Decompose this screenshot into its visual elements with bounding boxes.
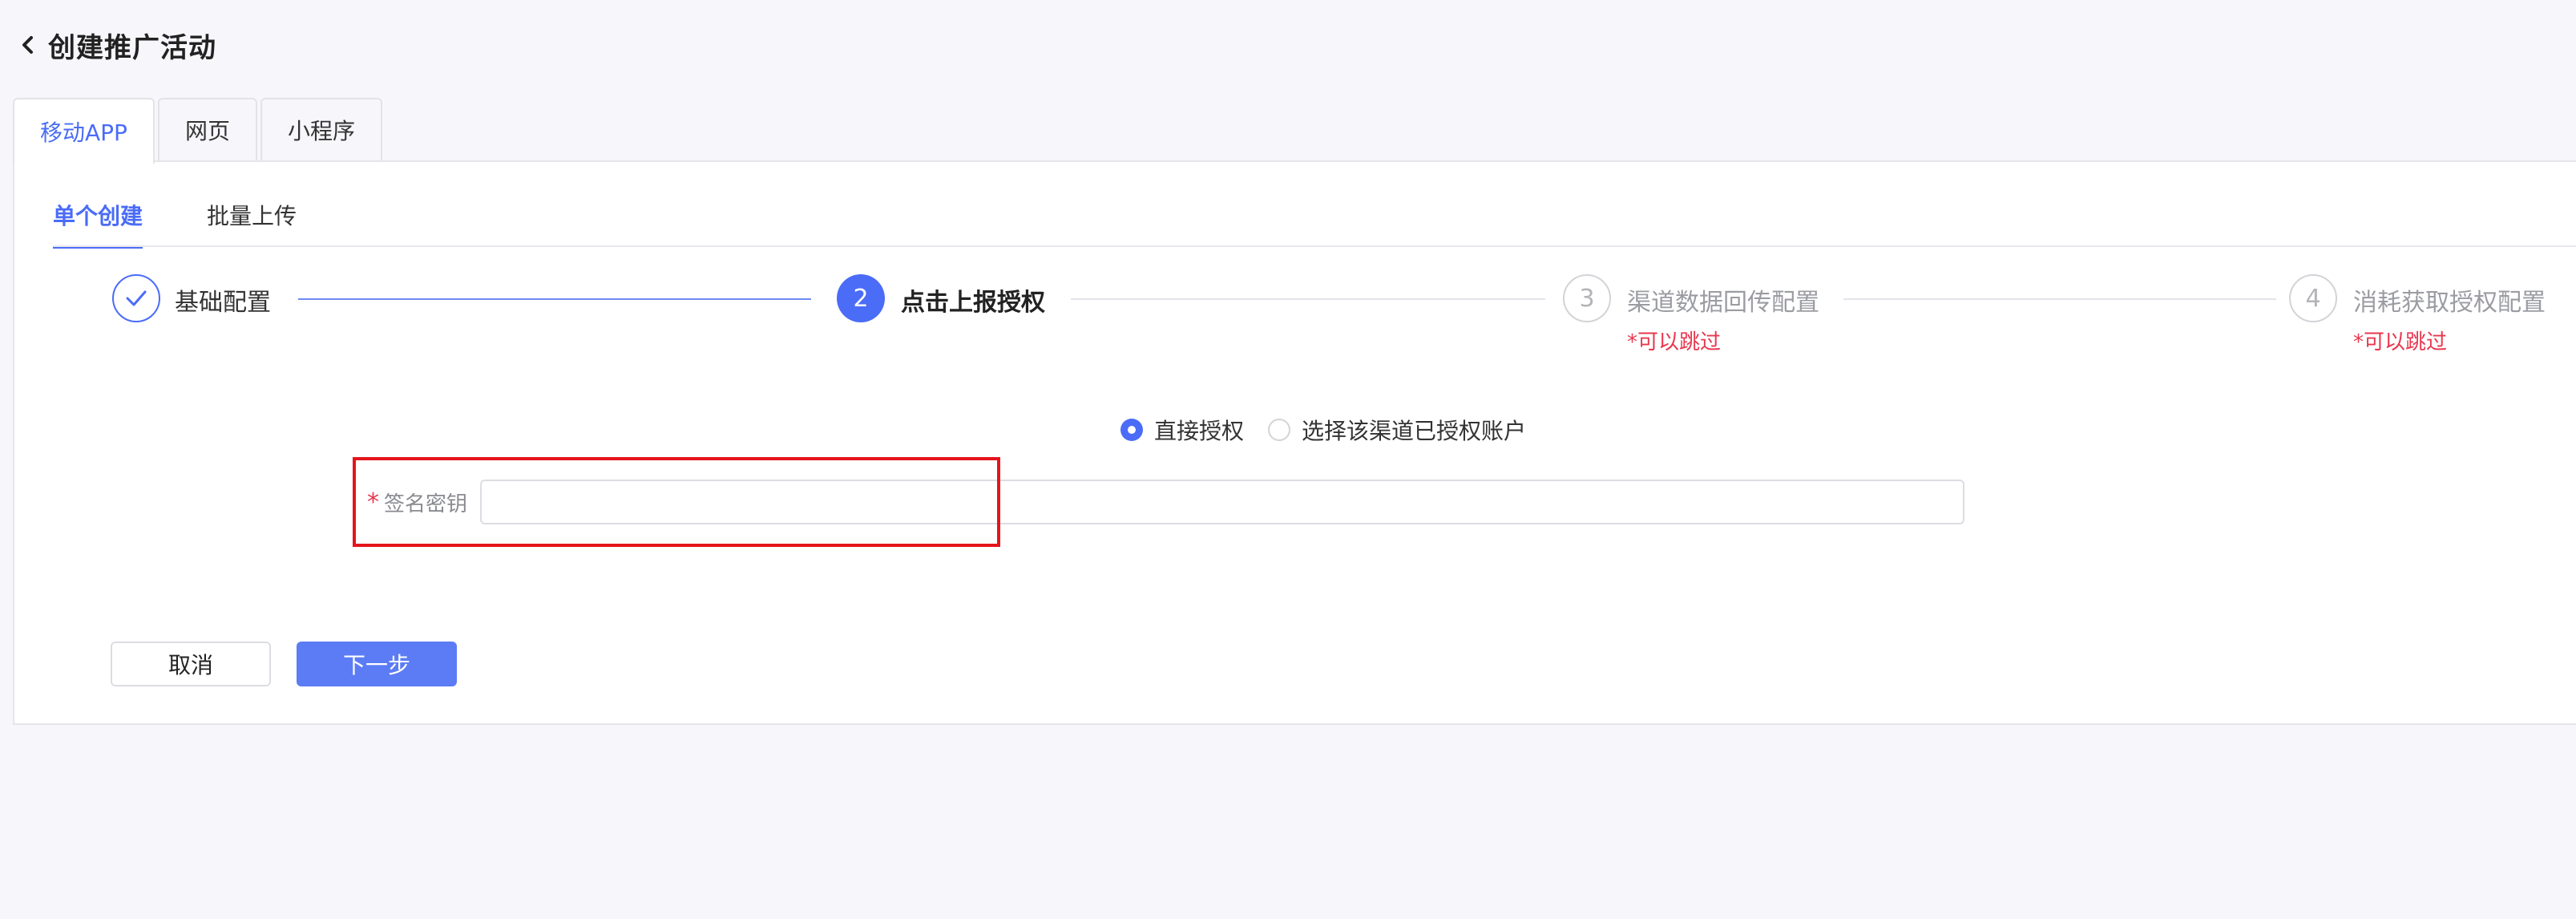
step-2-circle: 2 [837, 274, 885, 322]
content-card: 单个创建 批量上传 基础配置 2 点击上报授权 3 渠道数据回传配置 *可以跳过… [13, 160, 2576, 725]
radio-existing-account[interactable] [1268, 419, 1291, 441]
step-2-label: 点击上报授权 [901, 289, 1045, 317]
highlight-box [353, 457, 1000, 547]
step-connector-1 [298, 298, 811, 300]
tab-batch-upload[interactable]: 批量上传 [207, 199, 297, 249]
radio-direct-auth[interactable] [1120, 419, 1143, 441]
step-4-skip-note: *可以跳过 [2353, 330, 2448, 354]
tab-mini-program[interactable]: 小程序 [260, 98, 382, 160]
step-3-skip-note: *可以跳过 [1627, 330, 1722, 354]
step-4-circle: 4 [2289, 274, 2337, 322]
step-3-label: 渠道数据回传配置 [1627, 289, 1819, 317]
tab-single-create[interactable]: 单个创建 [53, 199, 143, 249]
tab-webpage[interactable]: 网页 [157, 98, 257, 160]
next-step-button[interactable]: 下一步 [297, 642, 457, 686]
platform-tabs: 移动APP 网页 小程序 [13, 98, 386, 164]
page-header: 创建推广活动 [16, 22, 216, 67]
step-connector-2 [1071, 298, 1545, 300]
radio-direct-auth-label[interactable]: 直接授权 [1154, 414, 1244, 446]
tabs-divider [53, 245, 2576, 247]
check-icon [126, 290, 147, 306]
tab-mobile-app[interactable]: 移动APP [13, 98, 155, 164]
step-3-circle: 3 [1563, 274, 1611, 322]
step-1-circle [112, 274, 160, 322]
chevron-left-icon[interactable] [16, 34, 38, 56]
step-connector-3 [1843, 298, 2276, 300]
radio-existing-account-label[interactable]: 选择该渠道已授权账户 [1302, 414, 1526, 446]
auth-method-radio-group: 直接授权 选择该渠道已授权账户 [1120, 414, 1550, 446]
cancel-button[interactable]: 取消 [111, 642, 271, 686]
page-title: 创建推广活动 [48, 31, 216, 64]
creation-mode-tabs: 单个创建 批量上传 [53, 199, 361, 249]
step-1-label: 基础配置 [175, 289, 271, 317]
step-4-label: 消耗获取授权配置 [2353, 289, 2546, 317]
